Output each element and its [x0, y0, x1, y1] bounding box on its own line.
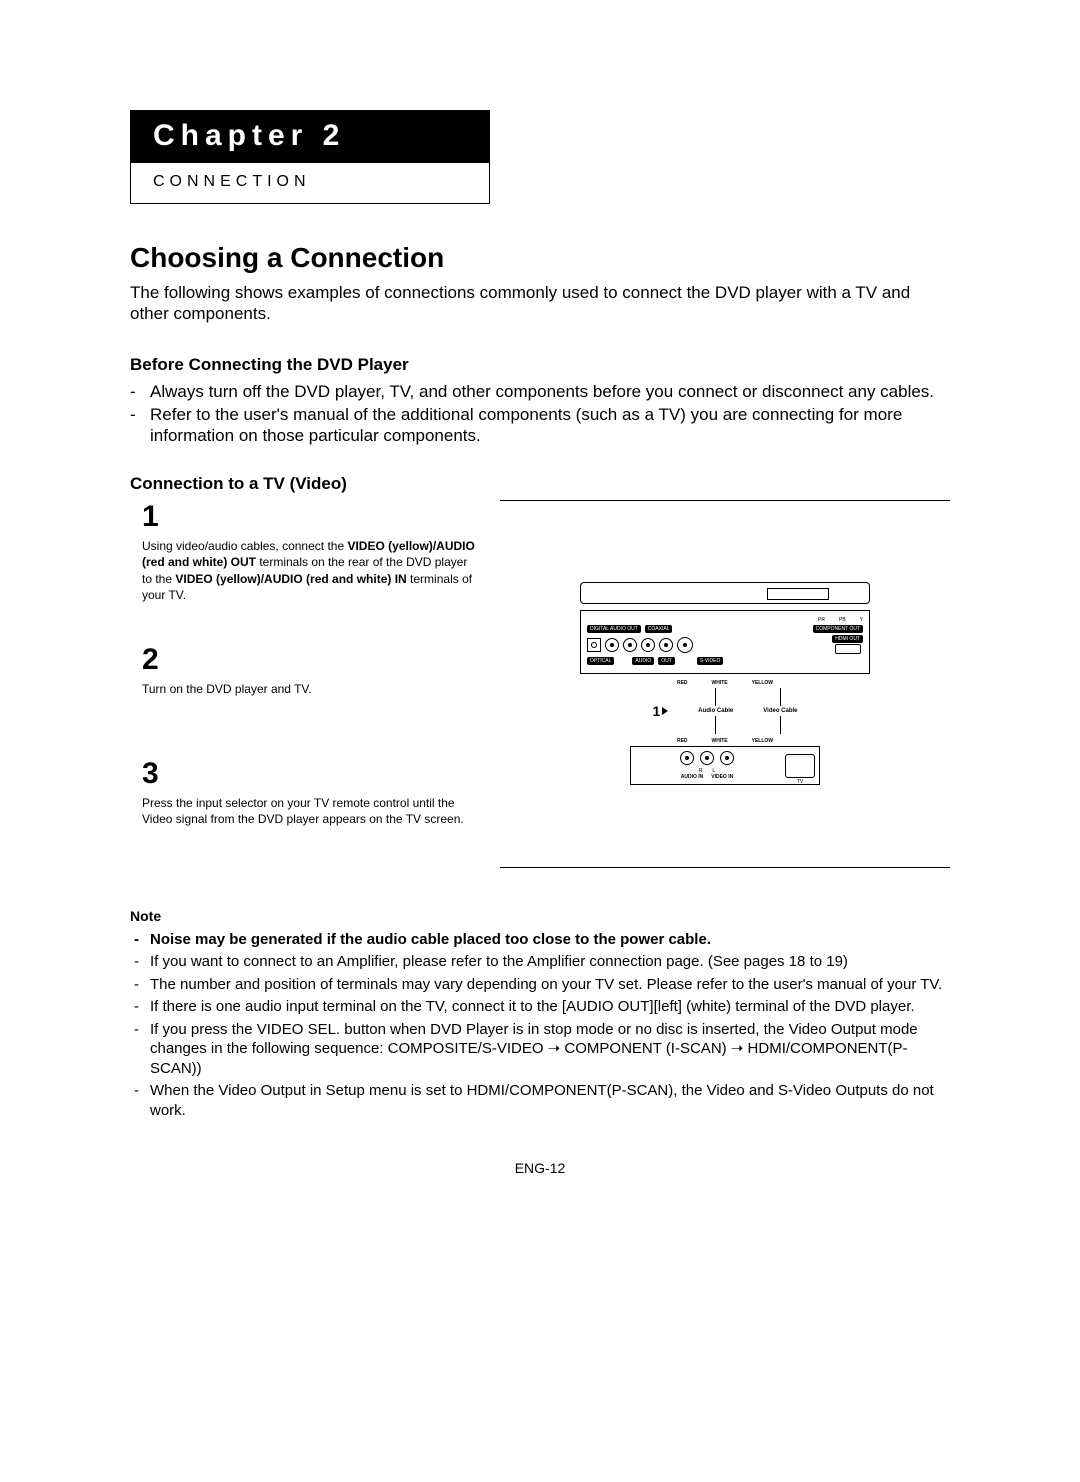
- before-heading: Before Connecting the DVD Player: [130, 355, 950, 375]
- before-item: Always turn off the DVD player, TV, and …: [150, 381, 934, 402]
- audio-jack-icon: [623, 638, 637, 652]
- audio-jack-icon: [641, 638, 655, 652]
- arrow-right-icon: [662, 707, 668, 715]
- step-2: 2 Turn on the DVD player and TV.: [130, 643, 480, 697]
- note-item: The number and position of terminals may…: [150, 975, 942, 995]
- note-heading: Note: [130, 908, 950, 924]
- step-text: Press the input selector on your TV remo…: [142, 795, 480, 827]
- note-item: If there is one audio input terminal on …: [150, 997, 915, 1017]
- step-text: Using video/audio cables, connect the VI…: [142, 538, 480, 603]
- video-jack-icon: [659, 638, 673, 652]
- note-item: When the Video Output in Setup menu is s…: [150, 1081, 950, 1120]
- tv-jack-icon: [680, 751, 694, 765]
- chapter-subtitle: CONNECTION: [131, 163, 489, 203]
- step-3: 3 Press the input selector on your TV re…: [130, 757, 480, 827]
- svideo-jack-icon: [677, 637, 693, 653]
- connection-diagram: PRPBY DIGITAL AUDIO OUT COAXIAL COMPONEN…: [500, 500, 950, 867]
- tvconn-heading: Connection to a TV (Video): [130, 474, 950, 494]
- note-list: -Noise may be generated if the audio cab…: [130, 930, 950, 1121]
- coaxial-jack-icon: [605, 638, 619, 652]
- dvd-rear-panel: PRPBY DIGITAL AUDIO OUT COAXIAL COMPONEN…: [580, 610, 870, 674]
- tv-jack-icon: [700, 751, 714, 765]
- before-list: -Always turn off the DVD player, TV, and…: [130, 381, 950, 447]
- hdmi-jack-icon: [835, 644, 861, 654]
- tv-panel: RL AUDIO IN VIDEO IN: [630, 746, 820, 785]
- chapter-title: Chapter 2: [131, 111, 489, 163]
- page-title: Choosing a Connection: [130, 242, 950, 274]
- step-1: 1 Using video/audio cables, connect the …: [130, 500, 480, 603]
- note-item: If you want to connect to an Amplifier, …: [150, 952, 848, 972]
- step-number: 1: [142, 500, 480, 534]
- chapter-header: Chapter 2 CONNECTION: [130, 110, 490, 204]
- page-number: ENG-12: [130, 1160, 950, 1176]
- tv-icon: [785, 754, 815, 778]
- optical-jack-icon: [587, 638, 601, 652]
- before-item: Refer to the user's manual of the additi…: [150, 404, 950, 447]
- step-number: 2: [142, 643, 480, 677]
- dvd-front-icon: [580, 582, 870, 604]
- note-item-bold: Noise may be generated if the audio cabl…: [150, 930, 711, 950]
- tv-jack-icon: [720, 751, 734, 765]
- intro-text: The following shows examples of connecti…: [130, 282, 950, 325]
- step-text: Turn on the DVD player and TV.: [142, 681, 480, 697]
- step-number: 3: [142, 757, 480, 791]
- note-item: If you press the VIDEO SEL. button when …: [150, 1020, 950, 1079]
